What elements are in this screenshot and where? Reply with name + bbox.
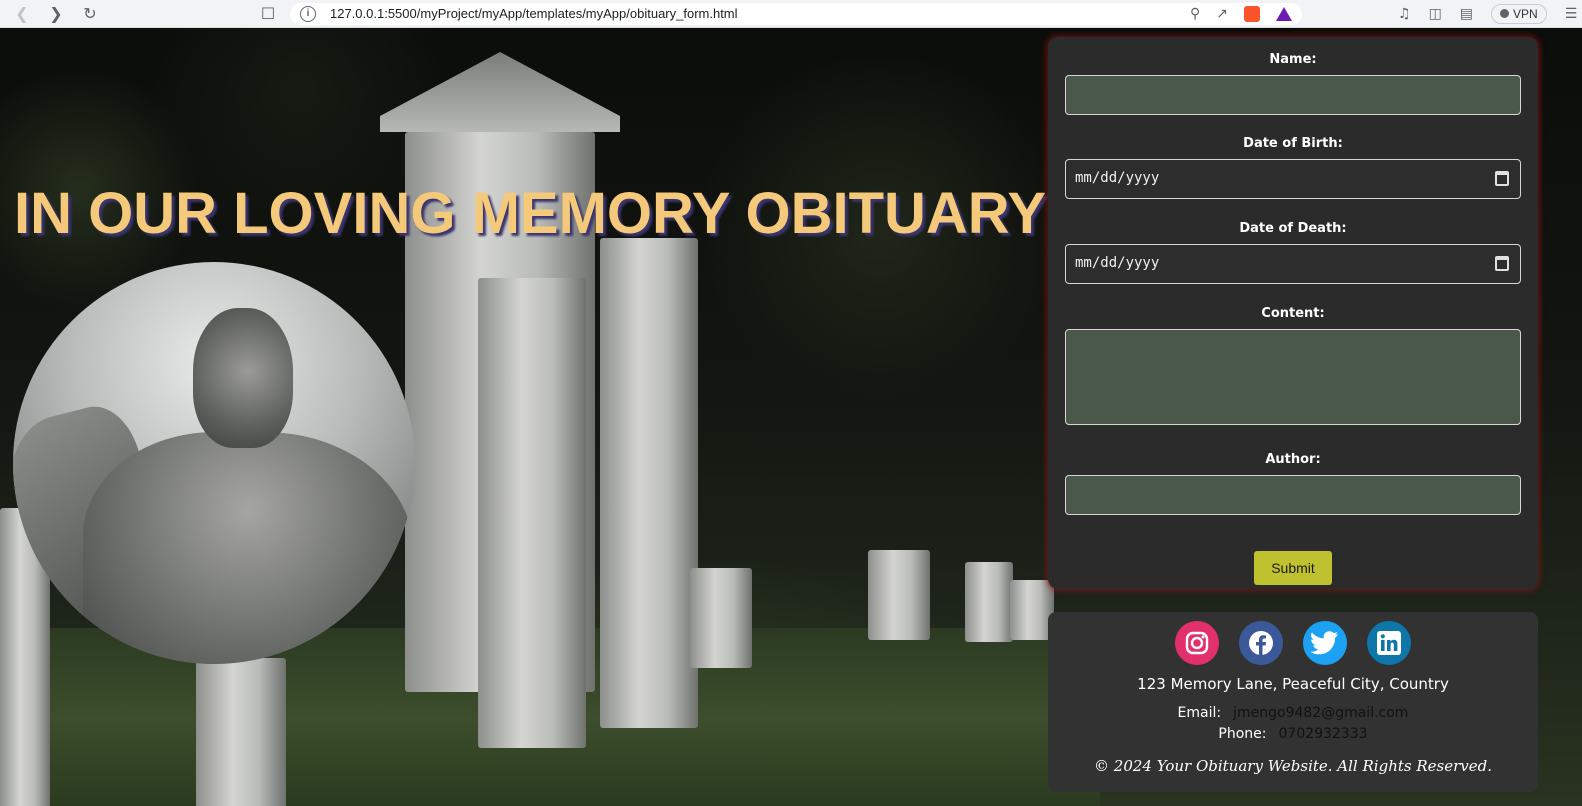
brave-shield-icon[interactable] [1244,5,1260,22]
browser-toolbar: ❮ ❯ ↻ ☐ i 127.0.0.1:5500/myProject/myApp… [0,0,1582,28]
gravestone [478,278,586,748]
wallet-icon[interactable]: ▤ [1460,6,1473,22]
gravestone [690,568,752,668]
name-input[interactable] [1065,75,1521,115]
obituary-form: Name: Date of Birth: mm/dd/yyyy Date of … [1048,37,1538,589]
address-bar[interactable]: i 127.0.0.1:5500/myProject/myApp/templat… [290,2,1302,25]
vpn-label: VPN [1513,6,1538,21]
calendar-icon[interactable] [1495,256,1509,271]
gravestone [868,550,930,640]
phone-label: Phone: [1218,726,1267,742]
footer-address: 123 Memory Lane, Peaceful City, Country [1137,675,1449,693]
email-value[interactable]: jmengo9482@gmail.com [1233,705,1408,721]
twitter-icon[interactable] [1303,621,1347,665]
gravestone [965,562,1013,642]
submit-button[interactable]: Submit [1254,551,1332,585]
share-icon[interactable]: ↗ [1216,5,1228,22]
menu-icon[interactable]: ☰ [1565,6,1578,22]
page-background: IN OUR LOVING MEMORY OBITUARY Name: Date… [0,28,1582,806]
url-text: 127.0.0.1:5500/myProject/myApp/templates… [330,6,738,21]
zoom-icon[interactable]: ⚲ [1190,5,1200,22]
email-label: Email: [1177,705,1222,721]
brave-rewards-icon[interactable] [1276,6,1292,21]
social-links [1048,621,1538,665]
back-icon[interactable]: ❮ [8,0,36,28]
author-label: Author: [1265,452,1321,467]
dod-field[interactable]: mm/dd/yyyy [1065,244,1521,284]
angel-statue-image [13,262,415,664]
forward-icon[interactable]: ❯ [42,0,70,28]
calendar-icon[interactable] [1495,171,1509,186]
dod-label: Date of Death: [1239,221,1347,236]
bookmark-icon[interactable]: ☐ [254,0,282,28]
media-icon[interactable]: ♫ [1398,6,1411,22]
page-title: IN OUR LOVING MEMORY OBITUARY [14,181,1047,246]
instagram-icon[interactable] [1175,621,1219,665]
content-label: Content: [1261,306,1325,321]
angel-body [83,432,413,664]
vpn-status-icon [1500,9,1510,18]
reload-icon[interactable]: ↻ [76,0,104,28]
dob-label: Date of Birth: [1243,136,1343,151]
gravestone [600,238,698,728]
email-line: Email: jmengo9482@gmail.com [1048,703,1538,724]
copyright-text: © 2024 Your Obituary Website. All Rights… [1094,757,1492,775]
sidebar-icon[interactable]: ◫ [1429,6,1442,22]
dob-placeholder: mm/dd/yyyy [1075,170,1160,186]
name-label: Name: [1269,52,1317,67]
phone-line: Phone: 0702932333 [1048,724,1538,745]
vpn-button[interactable]: VPN [1491,3,1547,24]
facebook-icon[interactable] [1239,621,1283,665]
dob-field[interactable]: mm/dd/yyyy [1065,159,1521,199]
site-info-icon[interactable]: i [300,5,316,22]
gravestone [196,658,286,806]
phone-value[interactable]: 0702932333 [1279,726,1368,742]
linkedin-icon[interactable] [1367,621,1411,665]
author-input[interactable] [1065,475,1521,515]
footer: 123 Memory Lane, Peaceful City, Country … [1048,612,1538,792]
content-textarea[interactable] [1065,329,1521,425]
dod-placeholder: mm/dd/yyyy [1075,255,1160,271]
angel-head [193,308,293,448]
